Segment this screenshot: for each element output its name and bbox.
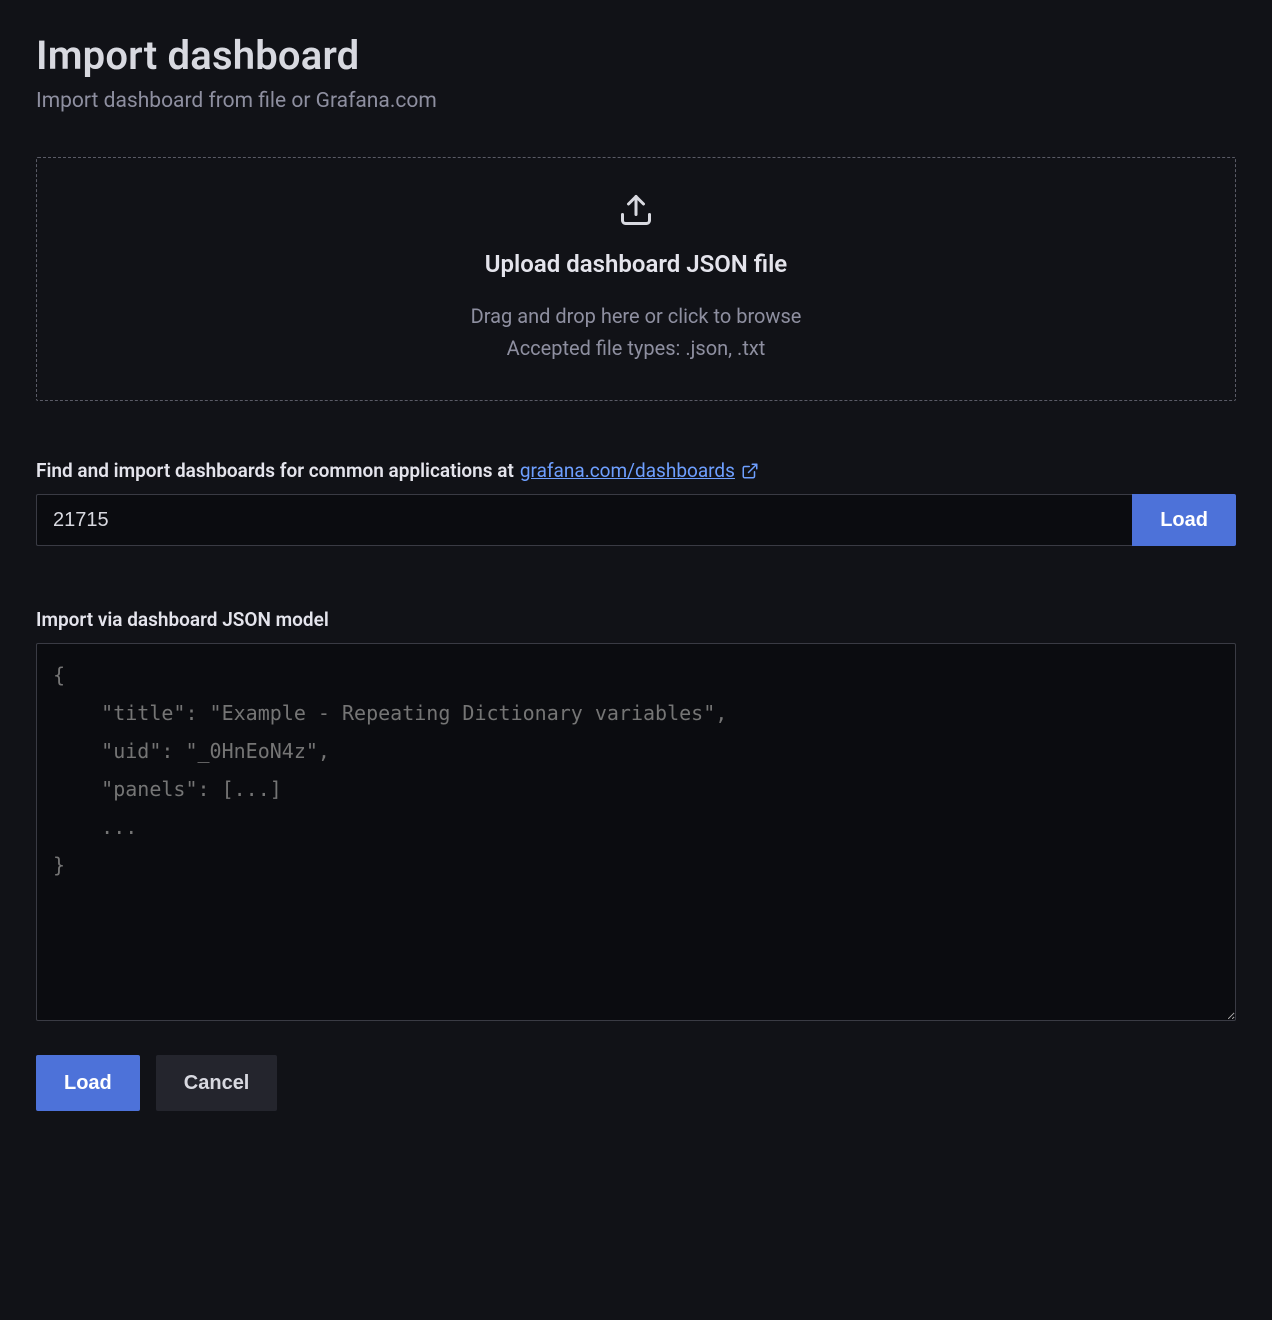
find-import-section: Find and import dashboards for common ap…	[36, 459, 1236, 546]
external-link-icon	[741, 462, 759, 480]
dropzone-hint-line1: Drag and drop here or click to browse	[471, 304, 802, 328]
find-import-label: Find and import dashboards for common ap…	[36, 459, 1236, 482]
dropzone-hint: Drag and drop here or click to browse Ac…	[471, 300, 802, 364]
page-subtitle: Import dashboard from file or Grafana.co…	[36, 89, 1236, 113]
json-model-label: Import via dashboard JSON model	[36, 608, 1236, 631]
json-model-section: Import via dashboard JSON model	[36, 608, 1236, 1025]
cancel-button[interactable]: Cancel	[156, 1055, 278, 1111]
load-id-button[interactable]: Load	[1132, 494, 1236, 546]
dashboard-id-row: Load	[36, 494, 1236, 546]
dropzone-hint-line2: Accepted file types: .json, .txt	[507, 336, 766, 360]
footer-buttons: Load Cancel	[36, 1055, 1236, 1111]
dashboard-id-input[interactable]	[36, 494, 1132, 546]
json-model-textarea[interactable]	[36, 643, 1236, 1021]
grafana-dashboards-link[interactable]: grafana.com/dashboards	[520, 459, 759, 482]
upload-icon	[618, 192, 654, 232]
find-import-label-text: Find and import dashboards for common ap…	[36, 459, 514, 482]
grafana-dashboards-link-text: grafana.com/dashboards	[520, 459, 735, 482]
upload-dropzone[interactable]: Upload dashboard JSON file Drag and drop…	[36, 157, 1236, 401]
dropzone-title: Upload dashboard JSON file	[485, 250, 787, 278]
page-title: Import dashboard	[36, 32, 1236, 79]
load-button[interactable]: Load	[36, 1055, 140, 1111]
